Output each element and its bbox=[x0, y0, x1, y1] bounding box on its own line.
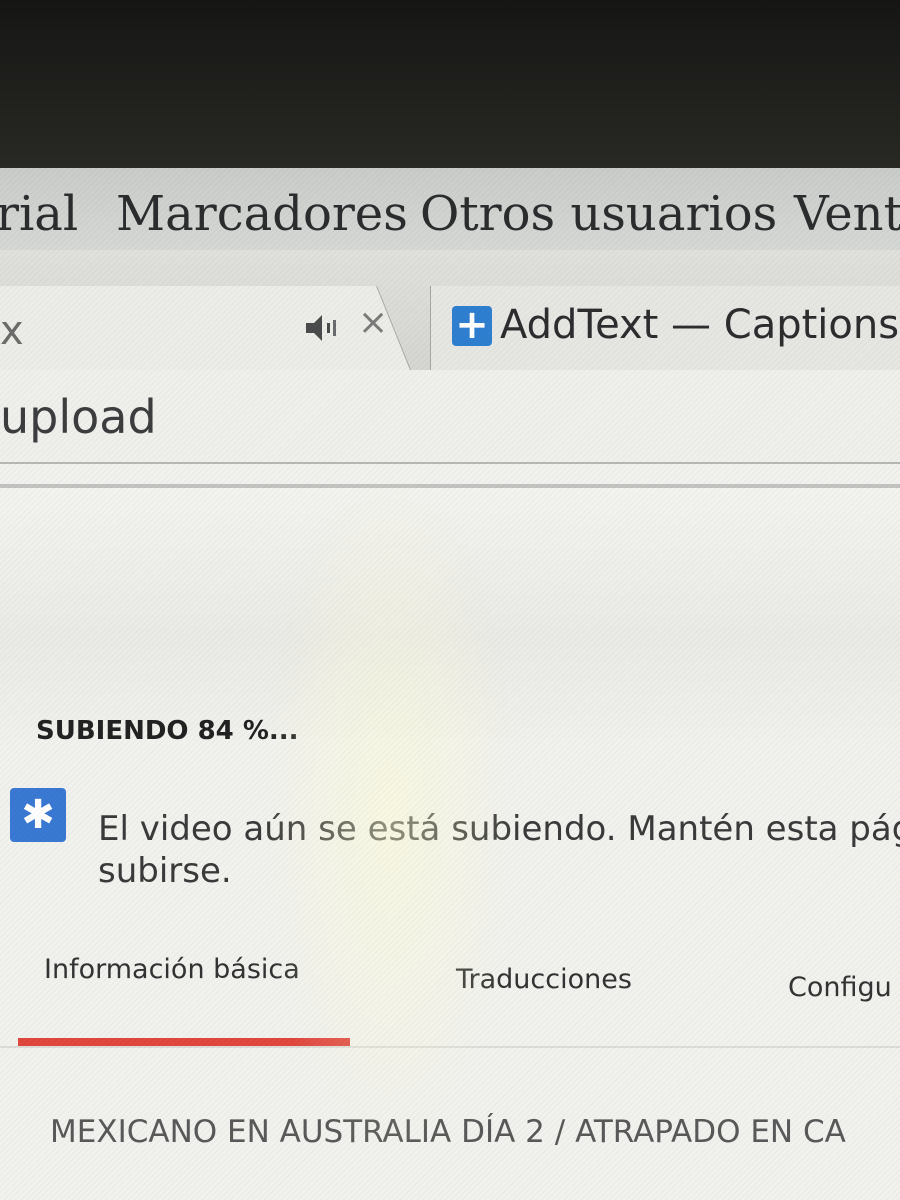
speaker-icon[interactable] bbox=[304, 312, 340, 344]
video-title-input[interactable]: MEXICANO EN AUSTRALIA DÍA 2 / ATRAPADO E… bbox=[50, 1114, 846, 1150]
tabs-divider bbox=[0, 1046, 900, 1048]
tab-youtube-upload[interactable] bbox=[0, 286, 411, 370]
menu-item-marcadores[interactable]: Marcadores bbox=[116, 186, 408, 242]
tab-strip: x × + AddText — Captions for bbox=[0, 250, 900, 371]
plus-icon: + bbox=[452, 305, 492, 346]
tab-left-title-fragment: x bbox=[0, 308, 24, 354]
browser-screen: rial Marcadores Otros usuarios Venta x ×… bbox=[0, 168, 900, 1200]
tab-addtext-title: AddText — Captions for bbox=[500, 302, 900, 348]
monitor-bezel bbox=[0, 0, 900, 190]
tab-configuracion[interactable]: Configu bbox=[788, 972, 892, 1003]
tab-close-icon[interactable]: × bbox=[358, 302, 388, 343]
asterisk-icon: ✱ bbox=[10, 788, 66, 842]
tab-informacion-basica[interactable]: Información básica bbox=[44, 954, 300, 985]
menu-bar: rial Marcadores Otros usuarios Venta bbox=[0, 168, 900, 251]
menu-item-otros-usuarios[interactable]: Otros usuarios bbox=[420, 186, 777, 242]
upload-info-message: El video aún se está subiendo. Mantén es… bbox=[98, 809, 900, 891]
active-tab-indicator bbox=[18, 1038, 350, 1046]
tab-traducciones[interactable]: Traducciones bbox=[456, 964, 632, 995]
menu-item-ventana[interactable]: Venta bbox=[794, 186, 900, 242]
address-bar-text: upload bbox=[0, 390, 157, 444]
upload-status-text: SUBIENDO 84 %... bbox=[36, 716, 299, 746]
address-bar[interactable]: upload bbox=[0, 370, 900, 464]
page-header-area bbox=[0, 488, 900, 738]
menu-item-historial[interactable]: rial bbox=[0, 186, 78, 242]
